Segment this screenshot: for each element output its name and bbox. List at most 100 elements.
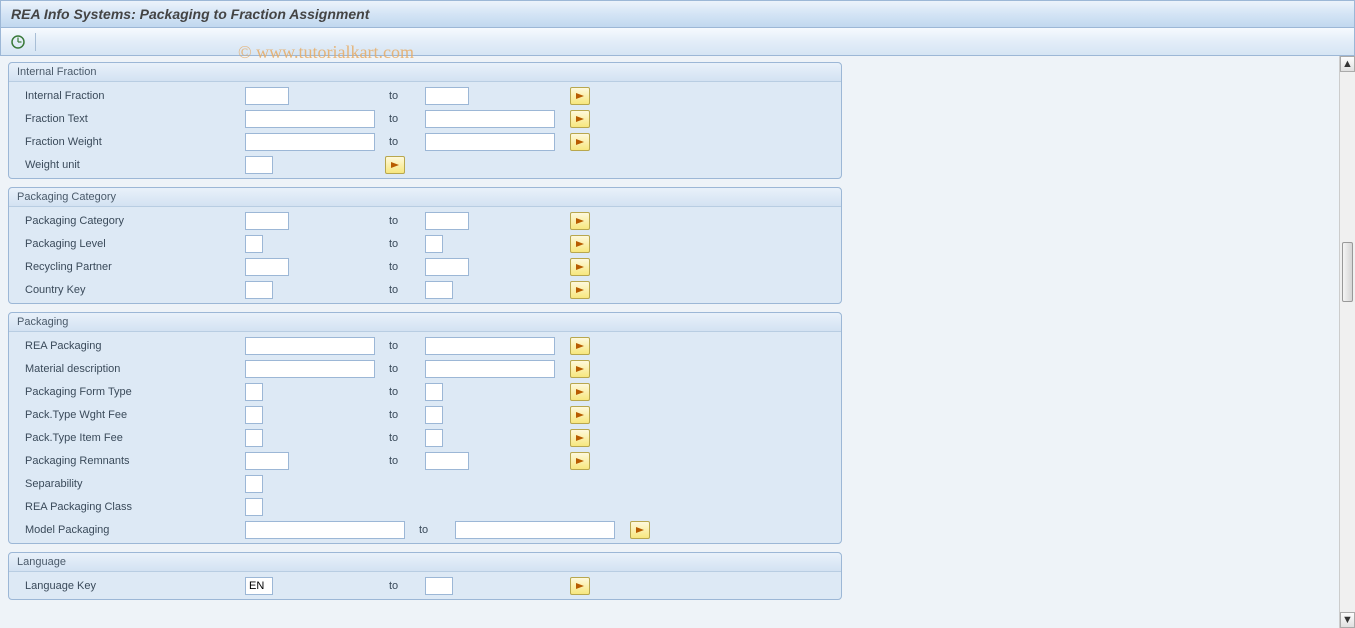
to-label: to (385, 136, 425, 148)
field-label: Packaging Level (13, 238, 245, 250)
field-label: Packaging Category (13, 215, 245, 227)
to-label: to (385, 284, 425, 296)
field-label: Language Key (13, 580, 245, 592)
group-internal-fraction: Internal Fraction Internal Fraction to F… (8, 62, 842, 179)
field-label: Pack.Type Item Fee (13, 432, 245, 444)
scroll-track[interactable] (1340, 72, 1355, 612)
scroll-up-arrow-icon[interactable]: ▲ (1340, 56, 1355, 72)
group-title: Packaging (9, 313, 841, 332)
to-label: to (385, 580, 425, 592)
material-description-to-input[interactable] (425, 360, 555, 378)
row-rea-packaging-class: REA Packaging Class (9, 495, 841, 518)
multiple-selection-button[interactable] (570, 406, 590, 424)
to-label: to (385, 238, 425, 250)
fraction-weight-from-input[interactable] (245, 133, 375, 151)
fraction-weight-to-input[interactable] (425, 133, 555, 151)
row-pack-type-item-fee: Pack.Type Item Fee to (9, 426, 841, 449)
row-language-key: Language Key to (9, 574, 841, 597)
to-label: to (385, 261, 425, 273)
outer-scrollbar[interactable]: ▲ ▼ (1339, 56, 1355, 628)
model-packaging-to-input[interactable] (455, 521, 615, 539)
multiple-selection-button[interactable] (570, 281, 590, 299)
row-fraction-weight: Fraction Weight to (9, 130, 841, 153)
field-label: Fraction Text (13, 113, 245, 125)
row-packaging-remnants: Packaging Remnants to (9, 449, 841, 472)
packaging-level-from-input[interactable] (245, 235, 263, 253)
fraction-text-from-input[interactable] (245, 110, 375, 128)
packaging-remnants-to-input[interactable] (425, 452, 469, 470)
internal-fraction-from-input[interactable] (245, 87, 289, 105)
content-area: Internal Fraction Internal Fraction to F… (0, 56, 1355, 628)
to-label: to (385, 90, 425, 102)
packaging-remnants-from-input[interactable] (245, 452, 289, 470)
multiple-selection-button[interactable] (570, 360, 590, 378)
multiple-selection-button[interactable] (630, 521, 650, 539)
rea-packaging-to-input[interactable] (425, 337, 555, 355)
field-label: Fraction Weight (13, 136, 245, 148)
to-label: to (385, 363, 425, 375)
packaging-level-to-input[interactable] (425, 235, 443, 253)
multiple-selection-button[interactable] (570, 87, 590, 105)
row-weight-unit: Weight unit (9, 153, 841, 176)
row-pack-type-wght-fee: Pack.Type Wght Fee to (9, 403, 841, 426)
field-label: Separability (13, 478, 245, 490)
multiple-selection-button[interactable] (570, 452, 590, 470)
recycling-partner-to-input[interactable] (425, 258, 469, 276)
multiple-selection-button[interactable] (570, 429, 590, 447)
row-recycling-partner: Recycling Partner to (9, 255, 841, 278)
country-key-to-input[interactable] (425, 281, 453, 299)
to-label: to (415, 524, 455, 536)
packaging-form-type-from-input[interactable] (245, 383, 263, 401)
weight-unit-input[interactable] (245, 156, 273, 174)
to-label: to (385, 113, 425, 125)
field-label: REA Packaging (13, 340, 245, 352)
to-label: to (385, 386, 425, 398)
rea-packaging-from-input[interactable] (245, 337, 375, 355)
pack-type-wght-fee-to-input[interactable] (425, 406, 443, 424)
field-label: Model Packaging (13, 524, 245, 536)
row-separability: Separability (9, 472, 841, 495)
group-title: Internal Fraction (9, 63, 841, 82)
country-key-from-input[interactable] (245, 281, 273, 299)
row-material-description: Material description to (9, 357, 841, 380)
internal-fraction-to-input[interactable] (425, 87, 469, 105)
pack-type-item-fee-from-input[interactable] (245, 429, 263, 447)
field-label: Packaging Remnants (13, 455, 245, 467)
multiple-selection-button[interactable] (570, 212, 590, 230)
fraction-text-to-input[interactable] (425, 110, 555, 128)
material-description-from-input[interactable] (245, 360, 375, 378)
pack-type-wght-fee-from-input[interactable] (245, 406, 263, 424)
to-label: to (385, 340, 425, 352)
scroll-thumb[interactable] (1342, 242, 1353, 302)
packaging-category-from-input[interactable] (245, 212, 289, 230)
multiple-selection-button[interactable] (570, 235, 590, 253)
field-label: Packaging Form Type (13, 386, 245, 398)
multiple-selection-button[interactable] (570, 337, 590, 355)
field-label: Internal Fraction (13, 90, 245, 102)
rea-packaging-class-input[interactable] (245, 498, 263, 516)
recycling-partner-from-input[interactable] (245, 258, 289, 276)
multiple-selection-button[interactable] (570, 133, 590, 151)
pack-type-item-fee-to-input[interactable] (425, 429, 443, 447)
row-packaging-form-type: Packaging Form Type to (9, 380, 841, 403)
packaging-category-to-input[interactable] (425, 212, 469, 230)
model-packaging-from-input[interactable] (245, 521, 405, 539)
multiple-selection-button[interactable] (570, 110, 590, 128)
scroll-down-arrow-icon[interactable]: ▼ (1340, 612, 1355, 628)
field-label: Recycling Partner (13, 261, 245, 273)
packaging-form-type-to-input[interactable] (425, 383, 443, 401)
language-key-to-input[interactable] (425, 577, 453, 595)
to-label: to (385, 215, 425, 227)
multiple-selection-button[interactable] (570, 577, 590, 595)
multiple-selection-button[interactable] (570, 383, 590, 401)
toolbar-separator (35, 33, 36, 51)
multiple-selection-button[interactable] (385, 156, 405, 174)
separability-input[interactable] (245, 475, 263, 493)
multiple-selection-button[interactable] (570, 258, 590, 276)
field-label: Material description (13, 363, 245, 375)
field-label: REA Packaging Class (13, 501, 245, 513)
language-key-from-input[interactable] (245, 577, 273, 595)
group-title: Language (9, 553, 841, 572)
field-label: Pack.Type Wght Fee (13, 409, 245, 421)
execute-icon[interactable] (9, 33, 27, 51)
